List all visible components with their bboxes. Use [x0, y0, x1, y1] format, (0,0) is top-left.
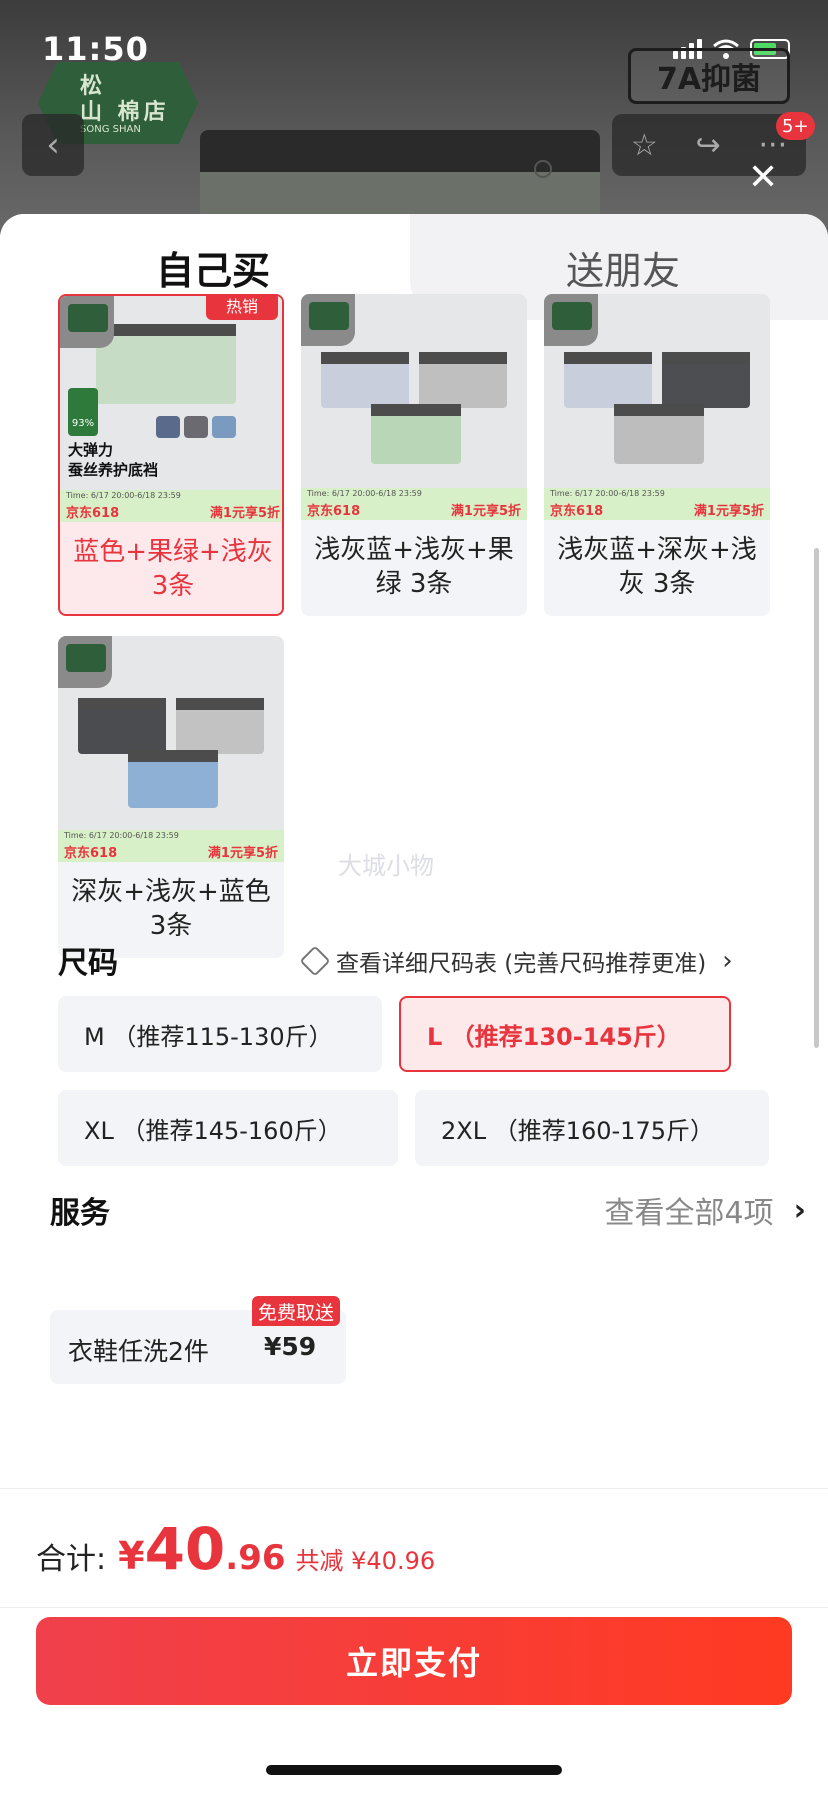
promo-right: 满1元享5折 [207, 846, 278, 861]
hot-sale-tag: 热销 [206, 296, 278, 320]
shop-mini-logo [544, 294, 598, 346]
shop-logo-line2: 山 棉店 [80, 100, 170, 125]
option-card-2[interactable]: Time: 6/17 20:00-6/18 23:59 京东618 满1元享5折… [301, 294, 527, 616]
product-feature-tag: 7A抑菌 [628, 48, 790, 104]
folded-brief [212, 416, 236, 438]
close-icon[interactable]: ✕ [748, 160, 778, 196]
brief-image [614, 404, 704, 464]
shop-logo-line3: SONG SHAN [80, 124, 141, 135]
promo-time: Time: 6/17 20:00-6/18 23:59 [307, 489, 422, 498]
ruler-icon [299, 945, 331, 977]
size-option-l[interactable]: L （推荐130-145斤） [399, 996, 731, 1072]
service-section-title: 服务 [50, 1196, 110, 1231]
shop-mini-logo [60, 296, 114, 348]
price-decimal: .96 [225, 1538, 286, 1578]
brief-image [371, 404, 461, 464]
star-icon[interactable]: ☆ [631, 128, 658, 163]
home-indicator[interactable] [266, 1765, 562, 1775]
brief-image [128, 750, 218, 808]
promo-time: Time: 6/17 20:00-6/18 23:59 [66, 491, 181, 500]
brief-image [321, 352, 409, 408]
total-price: 合计: ¥ 40 .96 共减 ¥40.96 [36, 1515, 435, 1583]
shop-mini-logo [301, 294, 355, 346]
service-view-all-link[interactable]: 查看全部4项 › [605, 1188, 806, 1232]
promo-left: 京东618 [307, 504, 361, 519]
chevron-left-icon: ‹ [46, 125, 60, 165]
brief-image [419, 352, 507, 408]
scrollbar[interactable] [814, 548, 819, 1048]
promo-strip: Time: 6/17 20:00-6/18 23:59 京东618 满1元享5折 [301, 488, 527, 520]
price-integer: 40 [144, 1515, 226, 1583]
promo-time: Time: 6/17 20:00-6/18 23:59 [64, 831, 179, 840]
size-option-2xl[interactable]: 2XL （推荐160-175斤） [415, 1090, 769, 1166]
brief-image [662, 352, 750, 408]
promo-right: 满1元享5折 [450, 504, 521, 519]
share-icon[interactable]: ↪ [696, 128, 721, 163]
image-caption: 大弹力 蚕丝养护底裆 [68, 441, 159, 479]
size-section-title: 尺码 [58, 946, 118, 981]
back-button[interactable]: ‹ [22, 114, 84, 176]
discount-total: 共减 ¥40.96 [295, 1547, 436, 1575]
option-card-3[interactable]: Time: 6/17 20:00-6/18 23:59 京东618 满1元享5折… [544, 294, 770, 616]
size-option-m[interactable]: M （推荐115-130斤） [58, 996, 382, 1072]
pay-now-button[interactable]: 立即支付 [36, 1617, 792, 1705]
total-label: 合计: [36, 1542, 107, 1577]
option-label: 浅灰蓝+深灰+浅灰 3条 [557, 535, 757, 599]
tab-send-friend[interactable]: 送朋友 [566, 240, 680, 295]
promo-time: Time: 6/17 20:00-6/18 23:59 [550, 489, 665, 498]
size-chart-link-text: 查看详细尺码表 (完善尺码推荐更准) [336, 951, 707, 977]
option-label: 蓝色+果绿+浅灰3条 [73, 537, 273, 601]
size-option-xl[interactable]: XL （推荐145-160斤） [58, 1090, 398, 1166]
service-item-price: ¥59 [264, 1332, 317, 1361]
options-scroll-area[interactable]: 93% 大弹力 蚕丝养护底裆 Time: 6/17 20:00-6/18 23:… [22, 294, 806, 1488]
chevron-right-icon: › [722, 946, 733, 976]
promo-strip: Time: 6/17 20:00-6/18 23:59 京东618 满1元享5折 [58, 830, 284, 862]
message-count-badge: 5+ [776, 112, 815, 140]
footer-divider [0, 1607, 828, 1608]
size-chart-link[interactable]: 查看详细尺码表 (完善尺码推荐更准) › [299, 944, 733, 978]
option-label: 浅灰蓝+浅灰+果绿 3条 [314, 535, 514, 599]
waistband-logo-icon [534, 160, 552, 178]
option-card-1[interactable]: 93% 大弹力 蚕丝养护底裆 Time: 6/17 20:00-6/18 23:… [58, 294, 284, 616]
promo-left: 京东618 [550, 504, 604, 519]
promo-right: 满1元享5折 [693, 504, 764, 519]
promo-left: 京东618 [66, 506, 120, 521]
shop-mini-logo [58, 636, 112, 688]
promo-right: 满1元享5折 [209, 506, 280, 521]
brief-image [564, 352, 652, 408]
watermark-text: 大城小物 [338, 852, 434, 880]
brief-image [78, 698, 166, 754]
chevron-right-icon: › [793, 1192, 806, 1228]
option-card-4[interactable]: Time: 6/17 20:00-6/18 23:59 京东618 满1元享5折… [58, 636, 284, 958]
currency-symbol: ¥ [118, 1534, 145, 1578]
brief-image [96, 324, 236, 404]
checkout-footer: 合计: ¥ 40 .96 共减 ¥40.96 立即支付 [0, 1488, 828, 1793]
tab-buy-self[interactable]: 自己买 [156, 240, 270, 295]
service-free-pickup-badge: 免费取送 [252, 1296, 341, 1326]
service-view-all-text: 查看全部4项 [604, 1196, 774, 1231]
brief-image [176, 698, 264, 754]
service-item-name: 衣鞋任洗2件 [68, 1337, 209, 1366]
promo-strip: Time: 6/17 20:00-6/18 23:59 京东618 满1元享5折 [60, 490, 282, 522]
folded-brief [184, 416, 208, 438]
promo-strip: Time: 6/17 20:00-6/18 23:59 京东618 满1元享5折 [544, 488, 770, 520]
folded-brief [156, 416, 180, 438]
leaf-badge: 93% [68, 388, 98, 436]
promo-left: 京东618 [64, 846, 118, 861]
